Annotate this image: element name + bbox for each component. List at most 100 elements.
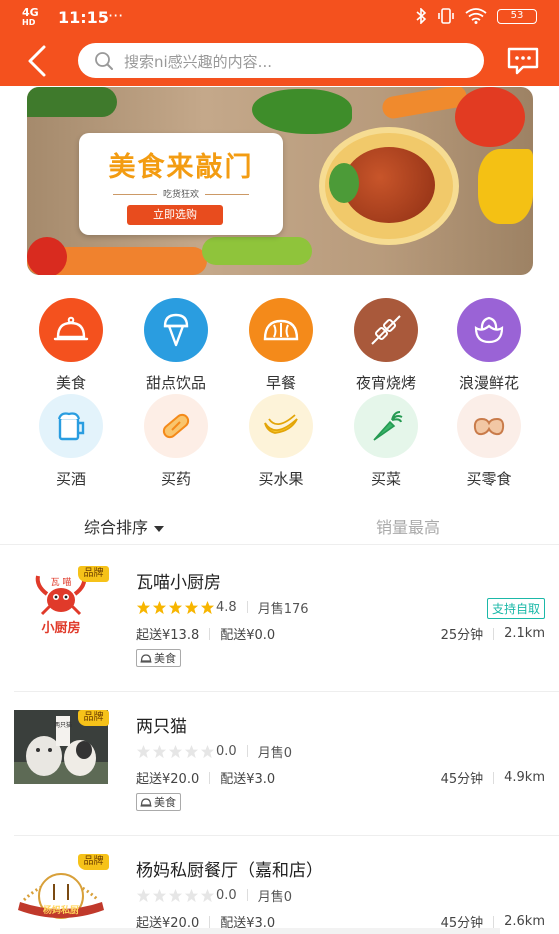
delivery-fee: 配送¥3.0: [220, 772, 276, 787]
message-button[interactable]: [506, 46, 540, 76]
distance: 2.1km: [504, 626, 545, 641]
shop-rating: 4.8 月售176: [136, 599, 309, 617]
chevron-down-icon: [154, 525, 165, 532]
buy-now-button[interactable]: 立即选购: [127, 205, 223, 225]
banner-card: 美食来敲门 吃货狂欢 立即选购: [79, 133, 283, 235]
rating-value: 4.8: [216, 599, 237, 615]
banner-subtitle: 吃货狂欢: [79, 187, 283, 200]
cloche-icon: [53, 316, 89, 341]
monthly-sales: 月售176: [257, 601, 309, 617]
banana-icon: [264, 414, 298, 434]
star-icon: [200, 888, 215, 902]
category-label: 美食: [55, 374, 86, 392]
delivery-time: 45分钟 4.9km: [441, 768, 545, 787]
sort-sales-tab[interactable]: 销量最高: [376, 514, 440, 538]
network-indicator: 4G HD: [22, 6, 39, 27]
star-icon: [168, 888, 183, 902]
brand-badge: 品牌: [78, 566, 109, 582]
parsley-decoration: [252, 89, 352, 134]
shop-item[interactable]: 瓦 喵 小厨房 品牌 瓦喵小厨房 4.8 月售176 支持自取 起送¥13.8 …: [0, 548, 559, 692]
tomato-decoration: [455, 87, 525, 147]
banner-title: 美食来敲门: [108, 152, 254, 183]
bluetooth-icon: [416, 8, 427, 24]
vibrate-icon: [438, 8, 454, 24]
search-input[interactable]: 搜索ni感兴趣的内容...: [78, 43, 484, 78]
category-breakfast[interactable]: 早餐: [231, 298, 331, 393]
rating-value: 0.0: [216, 887, 237, 903]
star-icon: [152, 888, 167, 902]
cucumber-decoration: [27, 87, 117, 117]
bottom-strip: [60, 928, 500, 934]
monthly-sales: 月售0: [257, 745, 292, 761]
shop-name: 杨妈私厨餐厅（嘉和店）: [136, 861, 323, 881]
brand-badge: 品牌: [78, 710, 109, 726]
brand-badge: 品牌: [78, 854, 109, 870]
category-label: 夜宵烧烤: [355, 374, 416, 392]
tomato-decoration: [27, 237, 67, 275]
notification-dots: ···: [108, 6, 124, 25]
flower-icon: [474, 316, 504, 344]
battery-icon: 53: [497, 8, 537, 24]
cloche-tag-icon: [140, 654, 152, 663]
pill-icon: [162, 413, 190, 439]
logo-text: 小厨房: [41, 620, 80, 636]
logo-small-text: 瓦 喵: [51, 577, 72, 588]
shop-fees: 起送¥20.0 配送¥3.0: [136, 768, 275, 787]
category-flowers[interactable]: 浪漫鲜花: [439, 298, 539, 393]
min-order: 起送¥13.8: [136, 628, 200, 643]
shop-name: 两只猫: [136, 717, 187, 737]
category-alcohol[interactable]: 买酒: [21, 394, 121, 489]
ice-cream-icon: [163, 313, 189, 347]
category-vegetables[interactable]: 买菜: [336, 394, 436, 489]
bun-icon: [263, 319, 299, 341]
logo-text: 杨妈私厨: [43, 904, 79, 916]
category-snacks[interactable]: 买零食: [439, 394, 539, 489]
green-pepper-decoration: [202, 237, 312, 265]
shop-item[interactable]: 两只猫 品牌 两只猫 0.0 月售0 起送¥20.0 配送¥3.0 45分钟 4…: [0, 692, 559, 836]
shop-name: 瓦喵小厨房: [136, 573, 221, 593]
shop-rating: 0.0 月售0: [136, 743, 292, 761]
category-label: 买水果: [258, 470, 304, 488]
back-button[interactable]: [22, 44, 52, 78]
delivery-minutes: 25分钟: [440, 628, 484, 643]
beer-icon: [57, 412, 85, 441]
shop-item[interactable]: 杨妈私厨 品牌 杨妈私厨餐厅（嘉和店） 0.0 月售0 起送¥20.0 配送¥3…: [0, 836, 559, 934]
star-icon: [152, 744, 167, 758]
category-label: 买零食: [466, 470, 512, 488]
rating-stars: [136, 744, 216, 759]
star-icon: [184, 600, 199, 614]
star-icon: [200, 600, 215, 614]
star-icon: [168, 600, 183, 614]
rating-value: 0.0: [216, 743, 237, 759]
status-bar: 4G HD 11:15 ··· 53: [0, 0, 559, 34]
cloche-tag-icon: [140, 798, 152, 807]
skewer-icon: [371, 315, 401, 345]
search-placeholder: 搜索ni感兴趣的内容...: [124, 53, 272, 71]
category-desserts-drinks[interactable]: 甜点饮品: [126, 298, 226, 393]
min-order: 起送¥20.0: [136, 772, 200, 787]
star-icon: [168, 744, 183, 758]
category-food[interactable]: 美食: [21, 298, 121, 393]
star-icon: [152, 600, 167, 614]
pepper-decoration: [478, 149, 533, 224]
category-medicine[interactable]: 买药: [126, 394, 226, 489]
promo-banner[interactable]: 美食来敲门 吃货狂欢 立即选购: [27, 87, 533, 275]
clock: 11:15: [58, 8, 109, 27]
rating-stars: [136, 888, 216, 903]
star-icon: [184, 888, 199, 902]
star-icon: [136, 888, 151, 902]
category-tag: 美食: [136, 793, 181, 811]
sort-comprehensive-tab[interactable]: 综合排序: [84, 514, 165, 538]
monthly-sales: 月售0: [257, 889, 292, 905]
rating-stars: [136, 600, 216, 615]
status-icons: 53: [415, 8, 537, 24]
category-fruit[interactable]: 买水果: [231, 394, 331, 489]
category-label: 买菜: [370, 470, 401, 488]
delivery-minutes: 45分钟: [440, 772, 484, 787]
shop-rating: 0.0 月售0: [136, 887, 292, 905]
star-icon: [136, 600, 151, 614]
food-bowl-image: [319, 127, 459, 245]
category-label: 浪漫鲜花: [458, 374, 519, 392]
category-bbq[interactable]: 夜宵烧烤: [336, 298, 436, 393]
category-label: 早餐: [265, 374, 296, 392]
